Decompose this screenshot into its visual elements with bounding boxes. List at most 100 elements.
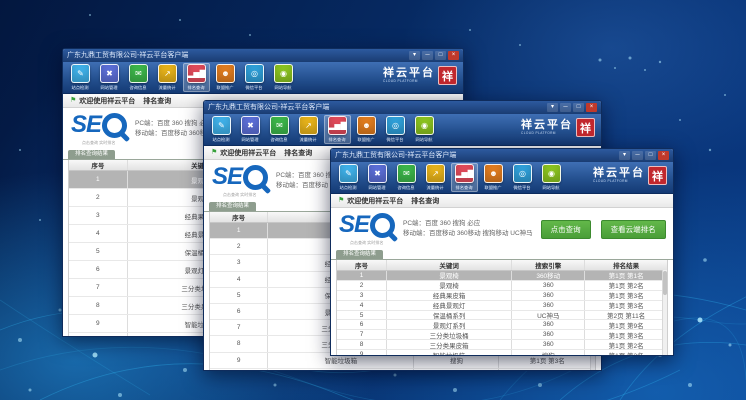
result-table: 序号 关键词 搜索引擎 排名结果 1景观椅360移动第1页 第1名2景观椅360… [336, 260, 668, 355]
message-icon: ✉ [270, 116, 289, 135]
result-tab[interactable]: 排名查询结果 [209, 202, 256, 211]
header-no: 序号 [69, 160, 128, 170]
table-row[interactable]: 5保温桶系列UC神马第2页 第11名 [337, 311, 667, 321]
toolbar-item-rank-query[interactable]: ▂▅▇排名查询 [451, 163, 478, 192]
seo-logo: SE 点击查询 实时排名 [339, 213, 395, 246]
cell-no: 7 [337, 330, 387, 339]
titlebar[interactable]: 广东九鼎工贸有限公司-祥云平台客户端 ▾ ─ □ × [331, 149, 673, 162]
minimize-button[interactable]: ─ [560, 103, 571, 112]
toolbar-item-wechat-platform[interactable]: ◎微信平台 [509, 163, 536, 192]
toolbar-item-site-check[interactable]: ✎站点检测 [208, 115, 235, 144]
table-row[interactable]: 8三分类果皮箱360第1页 第2名 [337, 340, 667, 350]
brand-logo: 祥云平台 CLOUD PLATFORM 祥 [383, 63, 459, 85]
toolbar-item-site-check[interactable]: ✎ 站点检测 [67, 63, 94, 92]
table-row[interactable]: 4经典景观灯360第1页 第3名 [337, 301, 667, 311]
toolbar-item-label: 站点检测 [72, 85, 89, 91]
cell-no: 2 [210, 239, 268, 254]
target-icon: ◎ [245, 64, 264, 83]
toolbar-item-site-manage[interactable]: ✖网站管理 [237, 115, 264, 144]
toolbar-item-site-nav[interactable]: ◉网站导航 [411, 115, 438, 144]
titlebar[interactable]: 广东九鼎工贸有限公司-祥云平台客户端 ▾ ─ □ × [204, 101, 601, 114]
toolbar-item-wechat-platform[interactable]: ◎微信平台 [382, 115, 409, 144]
window-controls: ▾ ─ □ × [619, 151, 669, 160]
cell-engine: 搜狗 [512, 350, 585, 355]
brand-subtitle: CLOUD PLATFORM [383, 79, 425, 83]
table-row[interactable]: 10智能垃圾箱360第1页 第3名 [210, 369, 595, 370]
pencil-icon: ✎ [71, 64, 90, 83]
welcome-text: 欢迎使用祥云平台 [220, 148, 276, 158]
tools-icon: ✖ [100, 64, 119, 83]
toolbar-item-traffic-stats[interactable]: ↗流量统计 [295, 115, 322, 144]
toolbar-item-label: 联盟推广 [358, 137, 375, 143]
table-row[interactable]: 9智能垃圾箱搜狗第1页 第3名 [337, 350, 667, 355]
toolbar-item-alliance-promo[interactable]: ☻联盟推广 [353, 115, 380, 144]
toolbar-item-label: 网站管理 [101, 85, 118, 91]
skin-button[interactable]: ▾ [619, 151, 630, 160]
toolbar-item-rank-query[interactable]: ▂▅▇排名查询 [324, 115, 351, 144]
message-icon: ✉ [129, 64, 148, 83]
toolbar-item-traffic-stats[interactable]: ↗流量统计 [422, 163, 449, 192]
scrollbar-thumb[interactable] [663, 271, 667, 295]
app-window-3: 广东九鼎工贸有限公司-祥云平台客户端 ▾ ─ □ × ✎站点检测✖网站管理✉咨询… [330, 148, 674, 356]
toolbar-item-wechat-platform[interactable]: ◎ 微信平台 [241, 63, 268, 92]
close-button[interactable]: × [448, 51, 459, 60]
table-scrollbar[interactable] [662, 270, 667, 355]
cell-kw: 景观椅 [387, 271, 512, 280]
maximize-button[interactable]: □ [573, 103, 584, 112]
toolbar-item-consult-info[interactable]: ✉咨询信息 [393, 163, 420, 192]
magnifier-icon [102, 113, 127, 138]
cell-no: 2 [69, 189, 128, 206]
toolbar-item-label: 网站导航 [543, 185, 560, 191]
view-cloud-rank-button[interactable]: 查看云端排名 [601, 220, 666, 239]
cell-no: 9 [210, 353, 268, 368]
toolbar-item-site-check[interactable]: ✎站点检测 [335, 163, 362, 192]
table-row[interactable]: 3经典果皮箱360第1页 第3名 [337, 291, 667, 301]
toolbar-item-traffic-stats[interactable]: ↗流量统计 [154, 63, 181, 92]
toolbar-item-site-nav[interactable]: ◉网站导航 [538, 163, 565, 192]
close-button[interactable]: × [658, 151, 669, 160]
toolbar-item-rank-query[interactable]: ▂▅▇排名查询 [183, 63, 210, 92]
welcome-text: 欢迎使用祥云平台 [79, 96, 135, 106]
cell-engine: UC神马 [512, 311, 585, 320]
skin-button[interactable]: ▾ [547, 103, 558, 112]
header-no: 序号 [337, 260, 387, 270]
window-title: 广东九鼎工贸有限公司-祥云平台客户端 [67, 49, 409, 62]
titlebar[interactable]: 广东九鼎工贸有限公司-祥云平台客户端 ▾ ─ □ × [63, 49, 463, 62]
toolbar-item-alliance-promo[interactable]: ☻联盟推广 [212, 63, 239, 92]
toolbar-item-label: 微信平台 [246, 85, 263, 91]
toolbar-item-site-manage[interactable]: ✖网站管理 [364, 163, 391, 192]
table-row[interactable]: 6景观灯系列360第1页 第9名 [337, 320, 667, 330]
cell-no: 1 [210, 223, 268, 238]
query-button[interactable]: 点击查询 [541, 220, 591, 239]
cell-no: 8 [69, 297, 128, 314]
brand-subtitle: CLOUD PLATFORM [521, 131, 563, 135]
close-button[interactable]: × [586, 103, 597, 112]
toolbar-item-label: 流量统计 [159, 85, 176, 91]
toolbar-item-alliance-promo[interactable]: ☻联盟推广 [480, 163, 507, 192]
minimize-button[interactable]: ─ [632, 151, 643, 160]
breadcrumb-bar: ⚑ 欢迎使用祥云平台 排名查询 [331, 194, 673, 208]
seo-tagline: 点击查询 实时排名 [350, 240, 384, 245]
maximize-button[interactable]: □ [645, 151, 656, 160]
result-tab[interactable]: 排名查询结果 [336, 250, 383, 259]
table-row[interactable]: 1景观椅360移动第1页 第1名 [337, 271, 667, 281]
toolbar-item-consult-info[interactable]: ✉咨询信息 [125, 63, 152, 92]
brand-badge-icon: 祥 [438, 66, 457, 85]
seo-tagline: 点击查询 实时排名 [82, 140, 116, 145]
result-tab[interactable]: 排名查询结果 [68, 150, 115, 159]
minimize-button[interactable]: ─ [422, 51, 433, 60]
cell-engine: 360 [512, 301, 585, 310]
maximize-button[interactable]: □ [435, 51, 446, 60]
window-controls: ▾ ─ □ × [409, 51, 459, 60]
toolbar-item-site-manage[interactable]: ✖ 网站管理 [96, 63, 123, 92]
table-row[interactable]: 7三分类垃圾桶360第1页 第3名 [337, 330, 667, 340]
desktop-background: 广东九鼎工贸有限公司-祥云平台客户端 ▾ ─ □ × ✎ 站点检测 ✖ 网站管理 ✉咨询… [0, 0, 746, 400]
toolbar-item-site-nav[interactable]: ◉网站导航 [270, 63, 297, 92]
skin-button[interactable]: ▾ [409, 51, 420, 60]
table-row[interactable]: 2景观椅360第1页 第2名 [337, 281, 667, 291]
toolbar-item-label: 排名查询 [456, 185, 473, 191]
seo-logo-text: SE [71, 113, 101, 137]
toolbar-item-consult-info[interactable]: ✉咨询信息 [266, 115, 293, 144]
current-page-label: 排名查询 [143, 96, 171, 106]
mouse-icon: ◉ [415, 116, 434, 135]
